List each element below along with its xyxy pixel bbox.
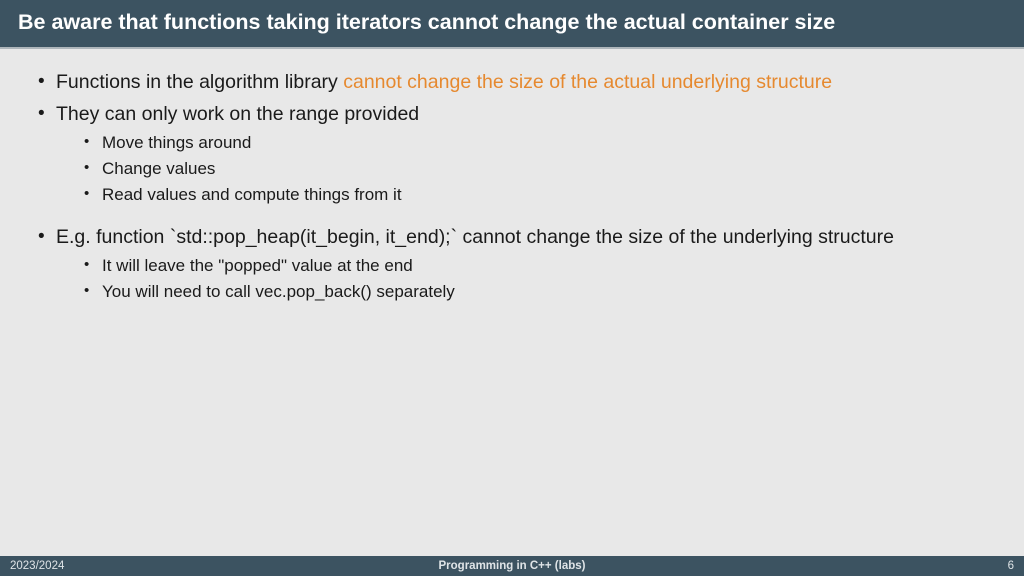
bullet-text: E.g. function `std::pop_heap(it_begin, i… [56,226,894,248]
sub-bullet-text: You will need to call vec.pop_back() sep… [102,282,455,301]
slide-footer: 2023/2024 Programming in C++ (labs) 6 [0,556,1024,576]
sub-bullet-text: It will leave the "popped" value at the … [102,256,413,275]
sub-bullet-item: Read values and compute things from it [84,184,990,207]
sub-bullet-item: Move things around [84,132,990,155]
sub-bullet-text: Read values and compute things from it [102,185,402,204]
slide-title-bar: Be aware that functions taking iterators… [0,0,1024,49]
bullet-item: E.g. function `std::pop_heap(it_begin, i… [34,224,990,303]
sub-bullet-item: You will need to call vec.pop_back() sep… [84,281,990,304]
slide: Be aware that functions taking iterators… [0,0,1024,576]
sub-bullet-list: Move things around Change values Read va… [84,132,990,207]
sub-bullet-list: It will leave the "popped" value at the … [84,255,990,304]
sub-bullet-text: Change values [102,159,215,178]
bullet-accent-text: cannot change the size of the actual und… [343,71,832,93]
sub-bullet-item: Change values [84,158,990,181]
bullet-text: They can only work on the range provided [56,103,419,125]
slide-title: Be aware that functions taking iterators… [18,10,835,34]
bullet-list: Functions in the algorithm library canno… [34,69,990,304]
bullet-text: Functions in the algorithm library [56,71,343,93]
footer-page-number: 6 [1008,560,1014,572]
bullet-item: Functions in the algorithm library canno… [34,69,990,95]
slide-content: Functions in the algorithm library canno… [0,49,1024,556]
bullet-item: They can only work on the range provided… [34,101,990,206]
footer-date: 2023/2024 [10,560,64,572]
sub-bullet-text: Move things around [102,133,251,152]
sub-bullet-item: It will leave the "popped" value at the … [84,255,990,278]
footer-course: Programming in C++ (labs) [10,560,1014,572]
